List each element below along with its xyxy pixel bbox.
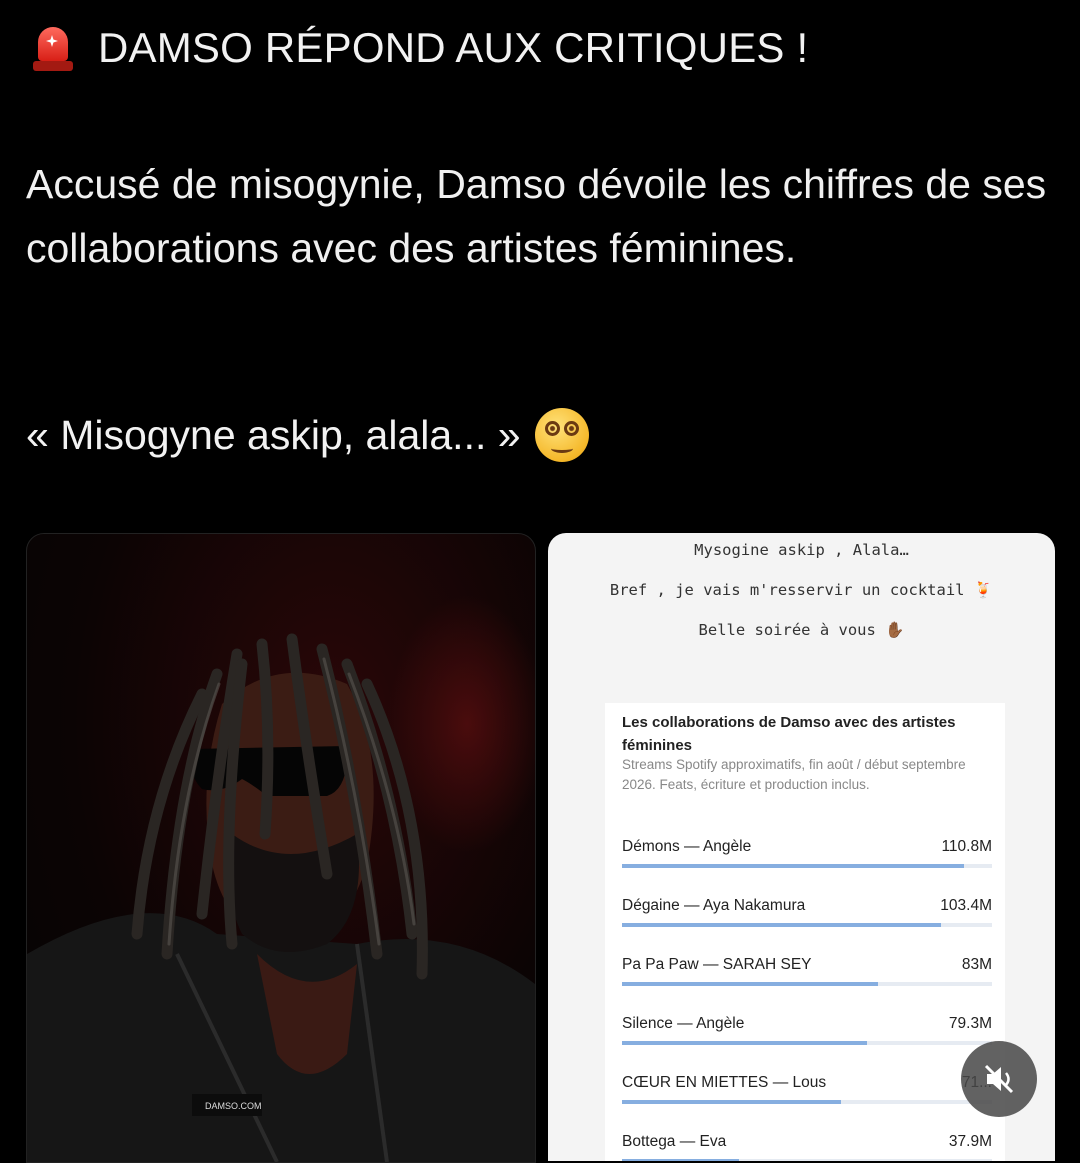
quote-text: « Misogyne askip, alala... » [26, 411, 521, 458]
chart-bar-row: Pa Pa Paw — SARAH SEY 83M [622, 956, 992, 1006]
jacket-label: DAMSO.COM [205, 1101, 262, 1111]
bar-value: 110.8M [941, 838, 992, 855]
bar-value: 103.4M [940, 897, 992, 914]
bar-track [622, 1041, 992, 1045]
headline-text: DAMSO RÉPOND AUX CRITIQUES ! [98, 24, 809, 71]
chart-bar-row: Démons — Angèle 110.8M [622, 838, 992, 888]
artist-illustration: DAMSO.COM [27, 633, 535, 1162]
post-body: Accusé de misogynie, Damso dévoile les c… [26, 161, 1047, 271]
bar-track [622, 923, 992, 927]
mute-button[interactable] [961, 1041, 1037, 1117]
bar-label: Pa Pa Paw — SARAH SEY [622, 956, 812, 973]
bar [622, 864, 964, 868]
police-siren-icon [30, 25, 76, 71]
chart-bar-row: Bottega — Eva 37.9M [622, 1133, 992, 1161]
story-caption-line-3: Belle soirée à vous ✋🏾 [698, 621, 905, 639]
bar-label: Dégaine — Aya Nakamura [622, 897, 806, 914]
post-quote: « Misogyne askip, alala... » [26, 408, 589, 462]
chart-bar-row: Silence — Angèle 79.3M [622, 1015, 992, 1065]
bar-label: Bottega — Eva [622, 1133, 727, 1150]
bar-label: Démons — Angèle [622, 838, 752, 855]
chart-bar-row: CŒUR EN MIETTES — Lous71... [622, 1074, 992, 1124]
bar-track [622, 864, 992, 868]
bar-label: Silence — Angèle [622, 1015, 745, 1032]
bar-value: 79.3M [948, 1015, 992, 1032]
story-caption-line-1: Mysogine askip , Alala… [694, 541, 909, 559]
bar-track [622, 982, 992, 986]
muted-speaker-icon [984, 1064, 1014, 1094]
bar-value: 37.9M [948, 1133, 992, 1150]
chart-title: Les collaborations de Damso avec des art… [622, 714, 956, 754]
artist-photo[interactable]: DAMSO.COM [26, 533, 536, 1163]
bar [622, 1041, 867, 1045]
collaborations-chart: Les collaborations de Damso avec des art… [605, 703, 1005, 1161]
bar [622, 923, 941, 927]
story-caption-line-2: Bref , je vais m'resservir un cocktail 🍹 [609, 581, 994, 599]
dizzy-face-emoji-icon [534, 408, 589, 462]
chart-subtitle: Streams Spotify approximatifs, fin août … [622, 757, 966, 792]
headline: DAMSO RÉPOND AUX CRITIQUES ! [30, 24, 808, 72]
bar-track [622, 1100, 992, 1104]
bar-value: 83M [961, 956, 992, 973]
bar [622, 1100, 841, 1104]
chart-bar-row: Dégaine — Aya Nakamura 103.4M [622, 897, 992, 947]
bar-label: CŒUR EN MIETTES — Lous [622, 1074, 827, 1091]
bar [622, 982, 878, 986]
